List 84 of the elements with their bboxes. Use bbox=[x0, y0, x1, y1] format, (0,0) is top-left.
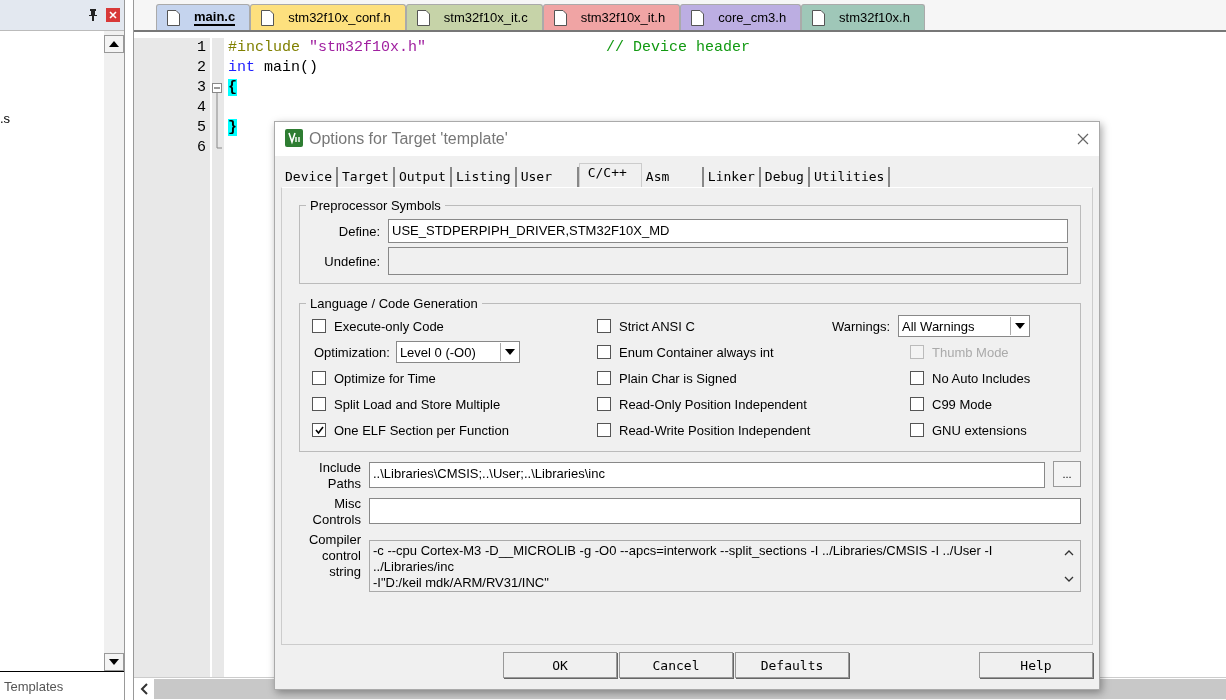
code-token: { bbox=[228, 79, 237, 96]
file-tab[interactable]: core_cm3.h bbox=[680, 4, 802, 30]
select-label: Optimization: bbox=[314, 344, 390, 360]
document-icon bbox=[167, 9, 180, 26]
checkbox-label: Thumb Mode bbox=[932, 344, 1009, 360]
checkbox[interactable] bbox=[910, 371, 924, 385]
file-tab[interactable]: stm32f10x_it.h bbox=[542, 4, 681, 30]
templates-tab[interactable]: Templates bbox=[4, 678, 64, 694]
close-icon[interactable] bbox=[106, 8, 120, 22]
include-paths-field[interactable]: ..\Libraries\CMSIS;..\User;..\Libraries\inc bbox=[369, 462, 1045, 488]
scrollbar[interactable] bbox=[104, 31, 124, 671]
code-token: } bbox=[228, 119, 237, 136]
file-tab[interactable]: stm32f10x_it.c bbox=[405, 4, 543, 30]
checkbox-label: GNU extensions bbox=[932, 422, 1027, 438]
checkbox-label: Execute-only Code bbox=[334, 318, 444, 334]
checkbox-label: C99 Mode bbox=[932, 396, 992, 412]
field-label: Define: bbox=[337, 223, 380, 239]
checkbox[interactable] bbox=[597, 397, 611, 411]
file-tab[interactable]: main.c bbox=[156, 4, 251, 30]
app-logo-icon bbox=[285, 128, 303, 150]
code-token: // Device header bbox=[606, 39, 751, 56]
undefine-field[interactable] bbox=[388, 247, 1068, 275]
close-icon[interactable] bbox=[1077, 133, 1089, 145]
field-label: Undefine: bbox=[323, 253, 380, 269]
checkbox[interactable] bbox=[910, 397, 924, 411]
dropdown[interactable]: All Warnings bbox=[898, 315, 1031, 337]
scroll-down-icon[interactable] bbox=[1064, 575, 1074, 583]
checkbox[interactable] bbox=[597, 345, 611, 359]
checkbox-label: Optimize for Time bbox=[334, 370, 436, 386]
document-icon bbox=[812, 9, 826, 26]
select-label: Warnings: bbox=[832, 318, 891, 334]
document-icon bbox=[416, 9, 430, 26]
code-token: main() bbox=[264, 59, 319, 76]
checkbox-label: Read-Only Position Independent bbox=[619, 396, 807, 412]
dialog-button[interactable]: Help bbox=[979, 652, 1093, 678]
group-title: Preprocessor Symbols bbox=[309, 198, 442, 213]
scroll-up-icon[interactable] bbox=[109, 41, 119, 47]
compiler-control-string: -c --cpu Cortex-M3 -D__MICROLIB -g -O0 --apcs=interwork --split_sections -I ../Libraries/CMSIS -I ../User -I ../Libraries/inc -I"D:/keil mdk/ARM/RV31/INC" bbox=[372, 542, 994, 591]
line-number: 4 bbox=[196, 98, 206, 118]
document-icon bbox=[261, 9, 275, 26]
line-number: 3 bbox=[196, 78, 206, 98]
checkbox[interactable] bbox=[597, 423, 611, 437]
misc-controls-field[interactable] bbox=[369, 498, 1081, 524]
checkbox[interactable] bbox=[910, 423, 924, 437]
checkbox[interactable] bbox=[312, 319, 326, 333]
field-label: Compiler control string bbox=[308, 532, 361, 580]
code-token: "stm32f10x.h" bbox=[309, 39, 427, 56]
file-tab[interactable]: stm32f10x.h bbox=[801, 4, 925, 30]
scroll-down-icon[interactable] bbox=[109, 659, 119, 665]
checkbox[interactable] bbox=[597, 319, 611, 333]
checkbox-label: Strict ANSI C bbox=[619, 318, 695, 334]
checkbox-label: One ELF Section per Function bbox=[334, 422, 509, 438]
dropdown[interactable]: Level 0 (-O0) bbox=[395, 341, 520, 363]
checkbox[interactable] bbox=[312, 371, 326, 385]
field-label: Misc Controls bbox=[311, 496, 361, 528]
code-token: #include bbox=[228, 39, 300, 56]
checkbox-label: Read-Write Position Independent bbox=[619, 422, 811, 438]
dialog-title: Options for Target 'template' bbox=[309, 130, 509, 148]
define-field[interactable]: USE_STDPERPIPH_DRIVER,STM32F10X_MD bbox=[388, 219, 1068, 243]
dialog-button[interactable]: OK bbox=[503, 652, 617, 678]
document-icon bbox=[553, 9, 567, 26]
document-icon bbox=[691, 9, 705, 26]
group-title: Language / Code Generation bbox=[309, 296, 479, 311]
line-number: 6 bbox=[196, 138, 206, 158]
dialog-button[interactable]: Cancel bbox=[619, 652, 733, 678]
checkbox[interactable] bbox=[597, 371, 611, 385]
file-name[interactable]: .s bbox=[0, 111, 11, 126]
checkbox-label: Plain Char is Signed bbox=[619, 370, 737, 386]
line-number: 5 bbox=[196, 118, 206, 138]
code-token: int bbox=[228, 59, 255, 76]
checkbox-label: Split Load and Store Multiple bbox=[334, 396, 501, 412]
dialog-tab[interactable]: C/C++ bbox=[578, 163, 642, 187]
pin-icon[interactable] bbox=[88, 9, 98, 21]
checkbox-label: No Auto Includes bbox=[932, 370, 1031, 386]
checkbox[interactable] bbox=[312, 397, 326, 411]
checkbox-label: Enum Container always int bbox=[619, 344, 774, 360]
checkbox[interactable] bbox=[312, 423, 326, 437]
line-number: 1 bbox=[196, 38, 206, 58]
field-label: Include Paths bbox=[318, 460, 361, 492]
browse-button[interactable]: ... bbox=[1053, 461, 1081, 487]
scroll-up-icon[interactable] bbox=[1064, 549, 1074, 557]
dialog-button[interactable]: Defaults bbox=[735, 652, 849, 678]
line-number: 2 bbox=[196, 58, 206, 78]
file-tab[interactable]: stm32f10x_conf.h bbox=[250, 4, 406, 30]
